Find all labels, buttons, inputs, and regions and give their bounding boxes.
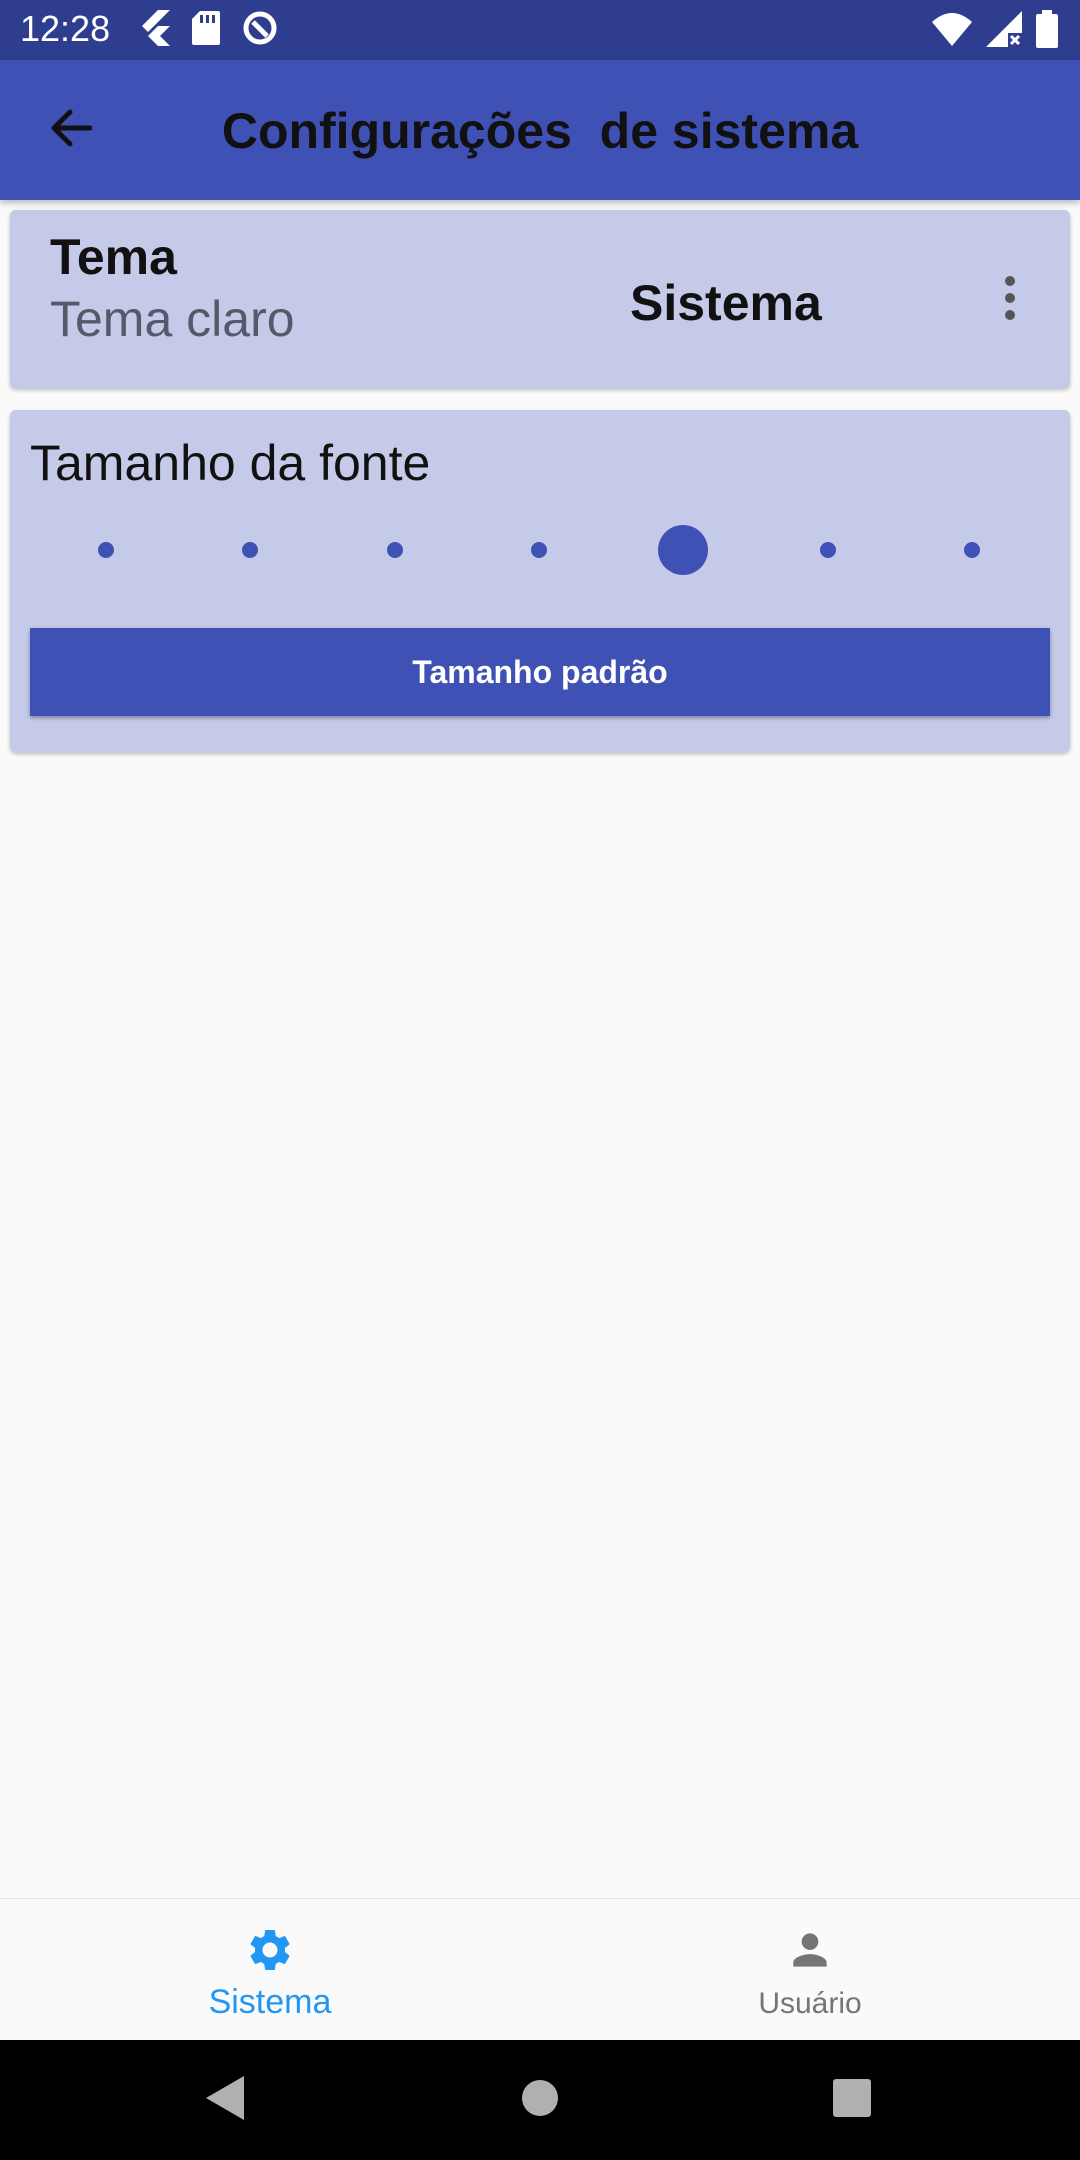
slider-tick[interactable] [386, 542, 403, 558]
font-size-title: Tamanho da fonte [30, 435, 431, 491]
nav-item-sistema[interactable]: Sistema [0, 1899, 540, 2041]
theme-card: Tema Tema claro Sistema [10, 210, 1070, 388]
theme-subtitle: Tema claro [50, 291, 295, 347]
theme-menu-button[interactable] [970, 258, 1050, 342]
system-navigation-bar [0, 2040, 1080, 2160]
system-home-button[interactable] [510, 2070, 570, 2130]
slider-tick[interactable] [242, 542, 259, 558]
slider-tick[interactable] [819, 542, 836, 558]
slider-tick[interactable] [531, 542, 547, 558]
wifi-icon [932, 12, 972, 46]
person-icon [785, 1925, 835, 1975]
font-size-card: Tamanho da fonte Tamanho padrão [10, 410, 1070, 752]
home-circle-icon [520, 2078, 560, 2123]
sd-card-icon [192, 11, 220, 45]
status-icons-right [932, 10, 1058, 48]
slider-tick[interactable] [964, 542, 980, 558]
theme-value: Sistema [630, 275, 822, 331]
more-vert-icon [1003, 275, 1017, 326]
recents-square-icon [832, 2078, 872, 2123]
nav-item-usuario[interactable]: Usuário [540, 1899, 1080, 2041]
page-title: Configurações de sistema [221, 103, 859, 159]
gear-icon [245, 1925, 295, 1975]
nav-label-usuario: Usuário [758, 1987, 862, 2020]
no-disturb-icon [242, 10, 278, 46]
theme-title: Tema [50, 229, 177, 285]
slider-thumb[interactable] [658, 525, 709, 575]
default-size-button[interactable]: Tamanho padrão [30, 628, 1050, 716]
slider-tick[interactable] [98, 542, 114, 558]
status-time: 12:28 [20, 8, 111, 49]
system-recents-button[interactable] [822, 2070, 882, 2130]
nav-label-sistema: Sistema [208, 1983, 332, 2021]
bottom-navigation: Sistema Usuário [0, 1898, 1080, 2040]
font-size-slider[interactable] [10, 520, 1070, 580]
app-bar: Configurações de sistema [0, 60, 1080, 200]
system-back-button[interactable] [196, 2070, 256, 2130]
back-triangle-icon [206, 2075, 246, 2125]
status-icons-left [138, 10, 278, 46]
status-bar: 12:28 [0, 0, 1080, 60]
battery-icon [1036, 10, 1058, 48]
flutter-icon [138, 10, 170, 46]
signal-icon [986, 11, 1022, 47]
